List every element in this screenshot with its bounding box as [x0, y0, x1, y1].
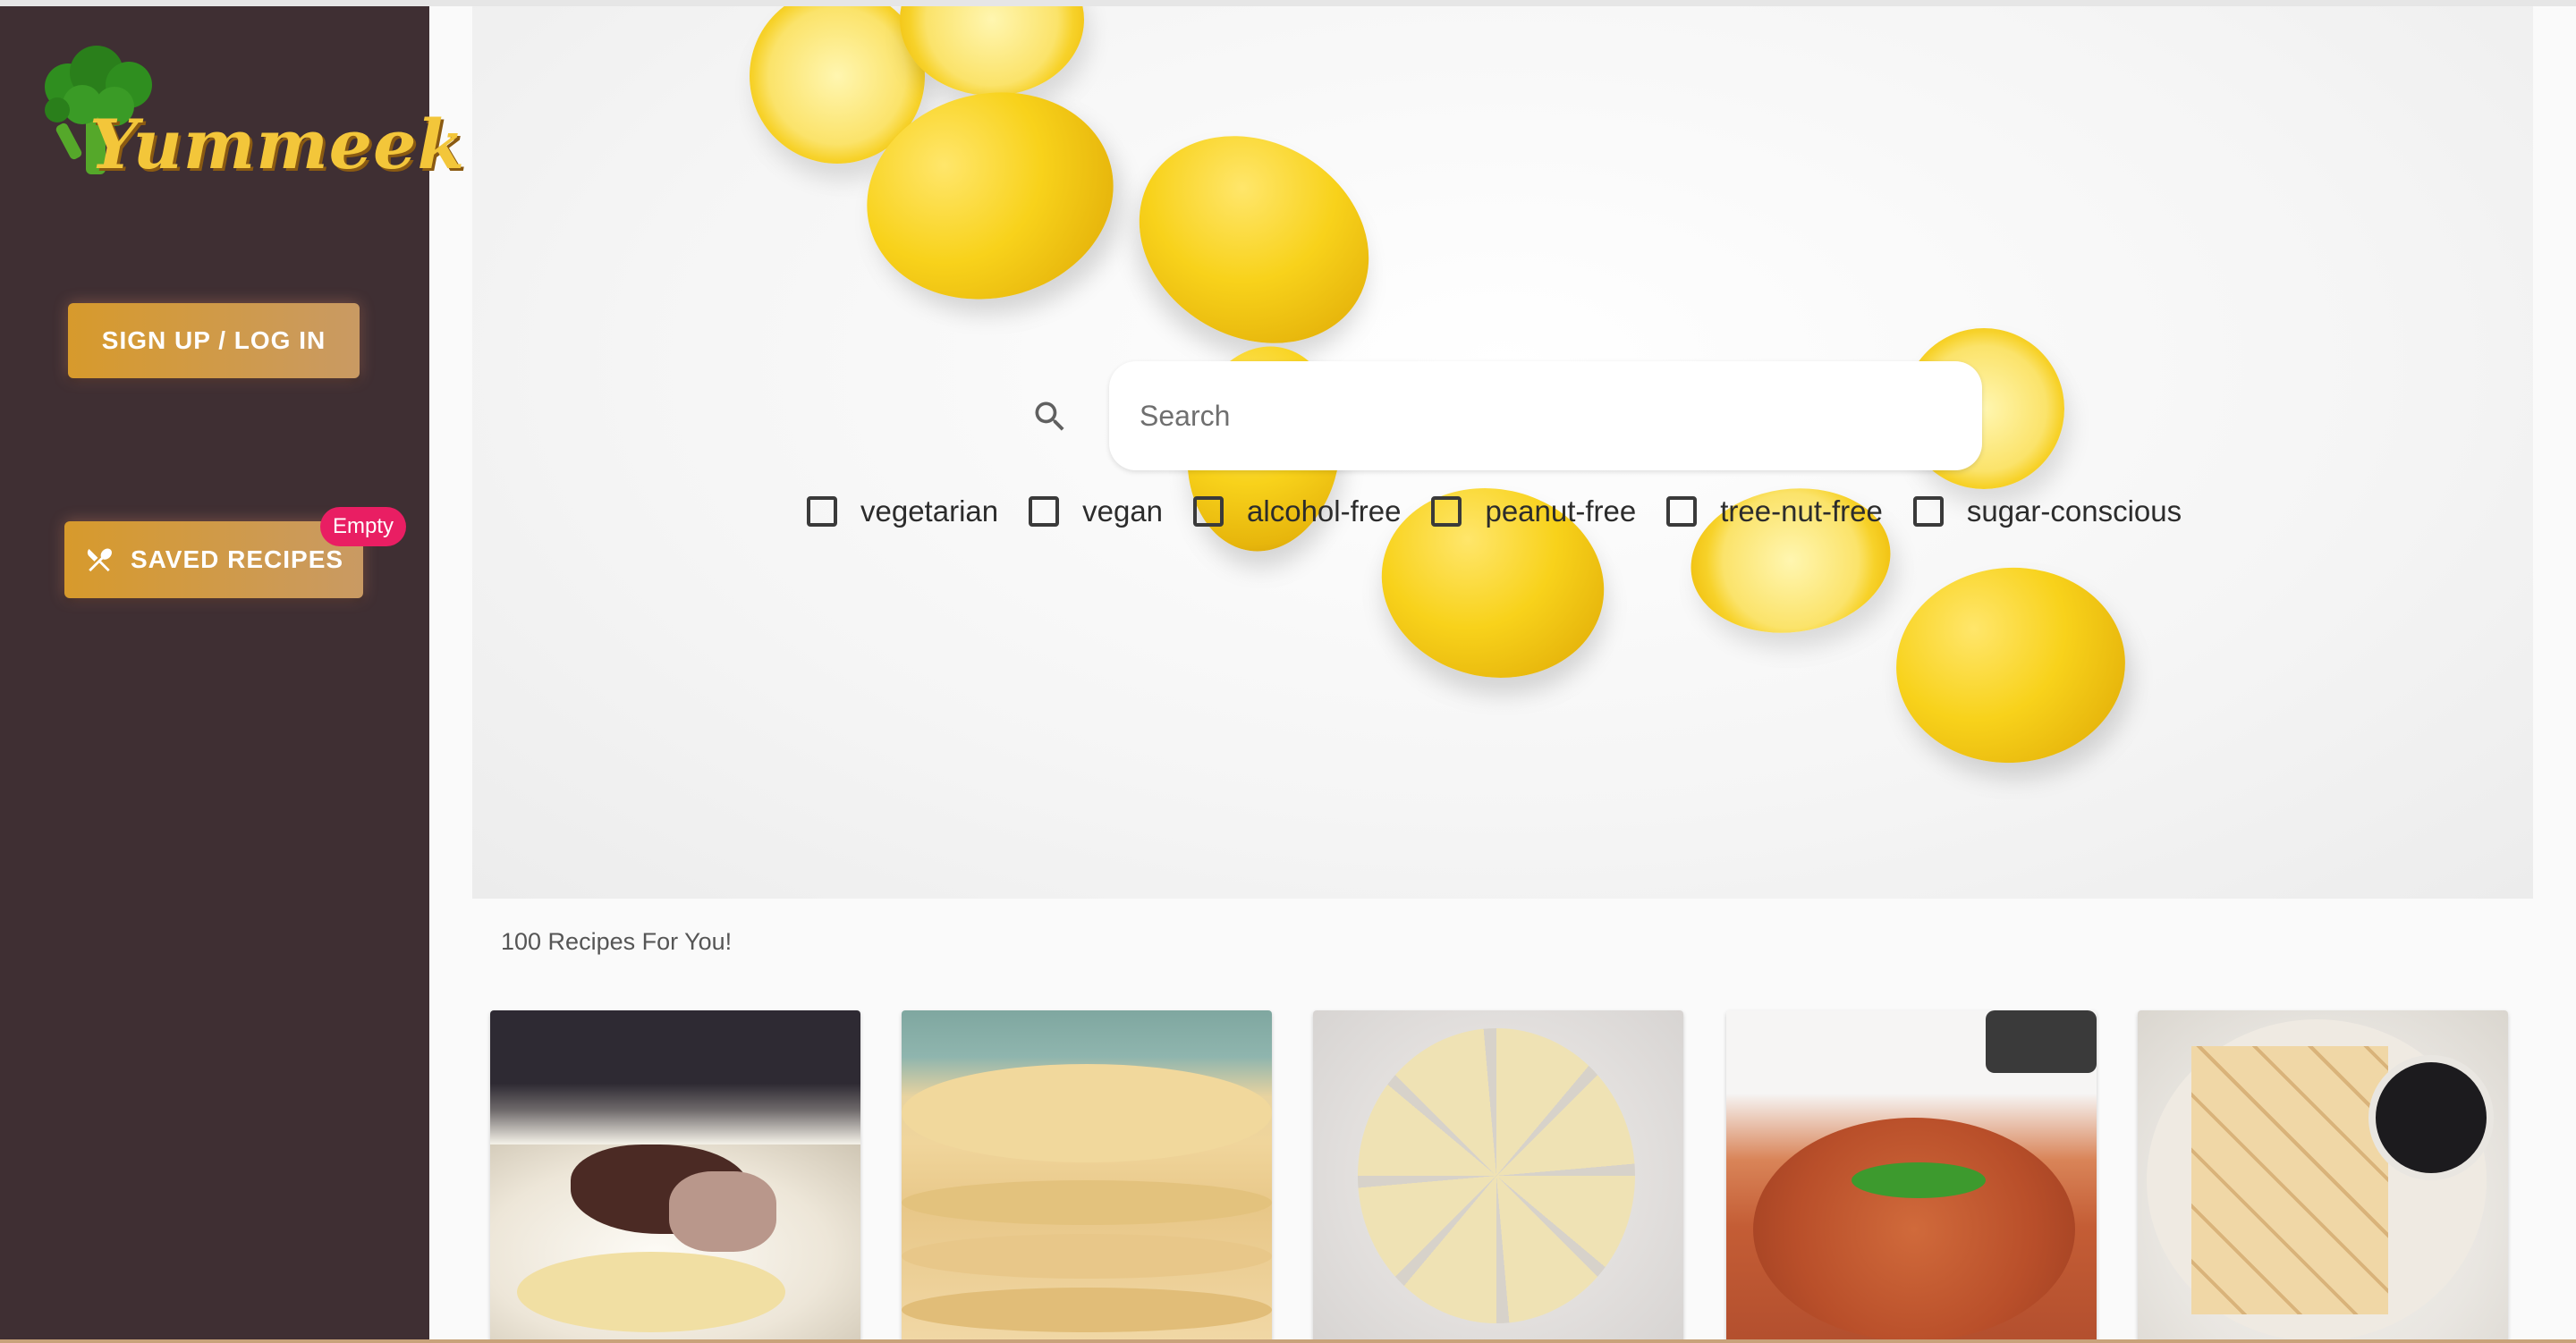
recipe-card[interactable]	[490, 1010, 860, 1343]
saved-count-badge: Empty	[320, 507, 407, 546]
recipe-card[interactable]	[1726, 1010, 2097, 1343]
filter-peanut-free[interactable]: peanut-free	[1431, 494, 1636, 528]
recipe-card[interactable]	[902, 1010, 1272, 1343]
results-count: 100 Recipes For You!	[501, 928, 733, 955]
search-input[interactable]	[1109, 361, 1982, 470]
recipe-image	[1986, 1010, 2097, 1073]
checkbox[interactable]	[1029, 496, 1060, 527]
recipe-image	[517, 1252, 785, 1332]
recipe-image	[902, 1064, 1272, 1162]
recipe-image	[1753, 1118, 2075, 1341]
recipe-image	[902, 1180, 1272, 1225]
recipe-image	[902, 1288, 1272, 1332]
checkbox[interactable]	[1193, 496, 1224, 527]
search-icon[interactable]	[1030, 397, 1070, 436]
filter-alcohol-free[interactable]: alcohol-free	[1193, 494, 1401, 528]
app-root: Yummeek SIGN UP / LOG IN SAVED RECIPES E…	[0, 0, 2576, 1343]
filter-label: sugar-conscious	[1966, 494, 2182, 528]
filter-label: vegan	[1082, 494, 1164, 528]
sign-up-login-button[interactable]: SIGN UP / LOG IN	[68, 303, 360, 378]
recipe-card[interactable]	[2138, 1010, 2508, 1343]
checkbox[interactable]	[1666, 496, 1698, 527]
filter-label: alcohol-free	[1247, 494, 1402, 528]
saved-recipes-label: SAVED RECIPES	[130, 545, 344, 573]
checkbox[interactable]	[807, 496, 837, 527]
filter-sugar-conscious[interactable]: sugar-conscious	[1912, 494, 2182, 528]
hero-lemon	[1101, 95, 1407, 384]
filter-label: peanut-free	[1485, 494, 1637, 528]
recipe-image	[2368, 1055, 2494, 1180]
filter-vegetarian[interactable]: vegetarian	[807, 494, 998, 528]
filter-label: tree-nut-free	[1720, 494, 1883, 528]
diet-filters: vegetarian vegan alcohol-free peanut-fre…	[807, 488, 2212, 535]
recipe-image	[902, 1234, 1272, 1279]
filter-tree-nut-free[interactable]: tree-nut-free	[1666, 494, 1883, 528]
bottom-divider	[0, 1339, 2576, 1343]
brand-name: Yummeek	[89, 105, 466, 184]
saved-recipes-button[interactable]: SAVED RECIPES	[64, 521, 363, 598]
checkbox[interactable]	[1431, 496, 1462, 527]
sidebar: Yummeek SIGN UP / LOG IN SAVED RECIPES E…	[0, 6, 464, 1339]
recipe-image	[1358, 1028, 1635, 1323]
logo[interactable]: Yummeek	[36, 40, 464, 192]
recipe-image	[669, 1171, 776, 1252]
hero-lemon	[900, 6, 1084, 96]
filter-vegan[interactable]: vegan	[1029, 494, 1163, 528]
fork-knife-icon	[87, 548, 112, 572]
hero-lemon	[1889, 560, 2132, 771]
recipe-card[interactable]	[1313, 1010, 1683, 1343]
top-divider	[0, 0, 2576, 6]
checkbox[interactable]	[1912, 496, 1944, 527]
recipe-image	[2191, 1046, 2388, 1314]
filter-label: vegetarian	[860, 494, 999, 528]
recipe-image	[1852, 1162, 1986, 1198]
